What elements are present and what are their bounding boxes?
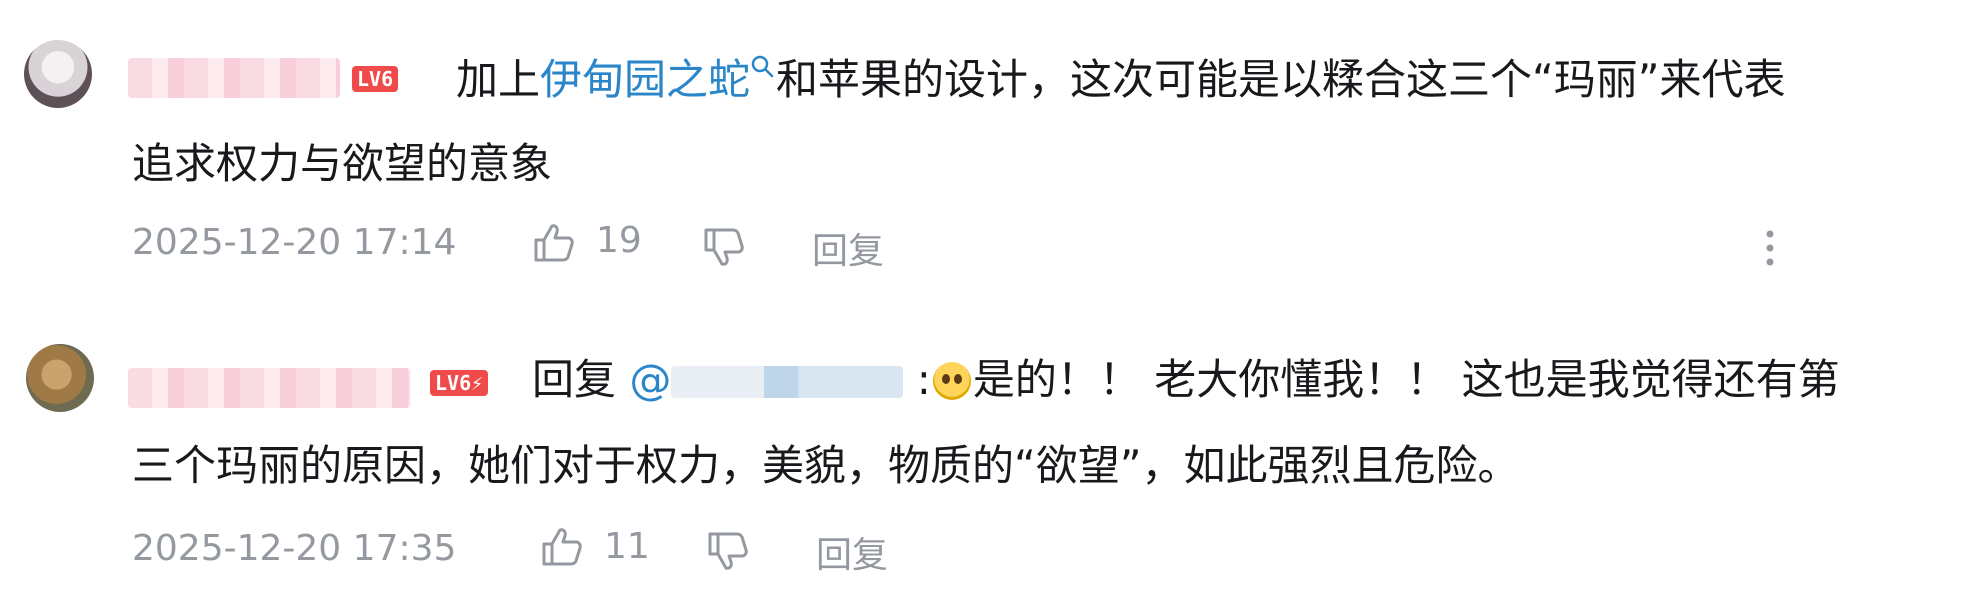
pleading-face-icon: [932, 362, 971, 400]
link-eden-serpent[interactable]: 伊甸园之蛇: [540, 55, 776, 104]
comment-text-line-2: 三个玛丽的原因，她们对于权力，美貌，物质的“欲望”，如此强烈且危险。: [132, 441, 1520, 490]
timestamp: 2025-12-20 17:35: [132, 528, 457, 569]
timestamp: 2025-12-20 17:14: [132, 222, 457, 263]
thumbs-down-icon[interactable]: [704, 528, 750, 574]
more-vertical-icon[interactable]: [1764, 228, 1776, 268]
username-masked[interactable]: [128, 58, 340, 98]
thumbs-down-icon[interactable]: [700, 224, 746, 270]
mention-user[interactable]: @: [629, 355, 904, 404]
comment-text-line-2: 追求权力与欲望的意象: [132, 139, 553, 188]
reply-button[interactable]: 回复: [816, 526, 888, 578]
search-icon: [751, 55, 774, 78]
like-count: 11: [604, 526, 650, 567]
like-count: 19: [596, 220, 642, 261]
mention-masked: [671, 366, 904, 398]
comment-text: 回复 @ : 是的！！ 老大你懂我！！ 这也是我觉得还有第: [532, 355, 1840, 404]
username-masked[interactable]: [128, 368, 410, 408]
level-badge: LV6⚡: [430, 370, 489, 396]
thumbs-up-icon[interactable]: [530, 220, 576, 266]
thumbs-up-icon[interactable]: [538, 524, 584, 570]
comment-text: 加上伊甸园之蛇 和苹果的设计，这次可能是以糅合这三个“玛丽”来代表: [456, 55, 1786, 104]
avatar[interactable]: [26, 344, 94, 412]
avatar[interactable]: [24, 40, 92, 108]
reply-button[interactable]: 回复: [812, 222, 884, 274]
level-badge: LV6: [352, 66, 399, 92]
